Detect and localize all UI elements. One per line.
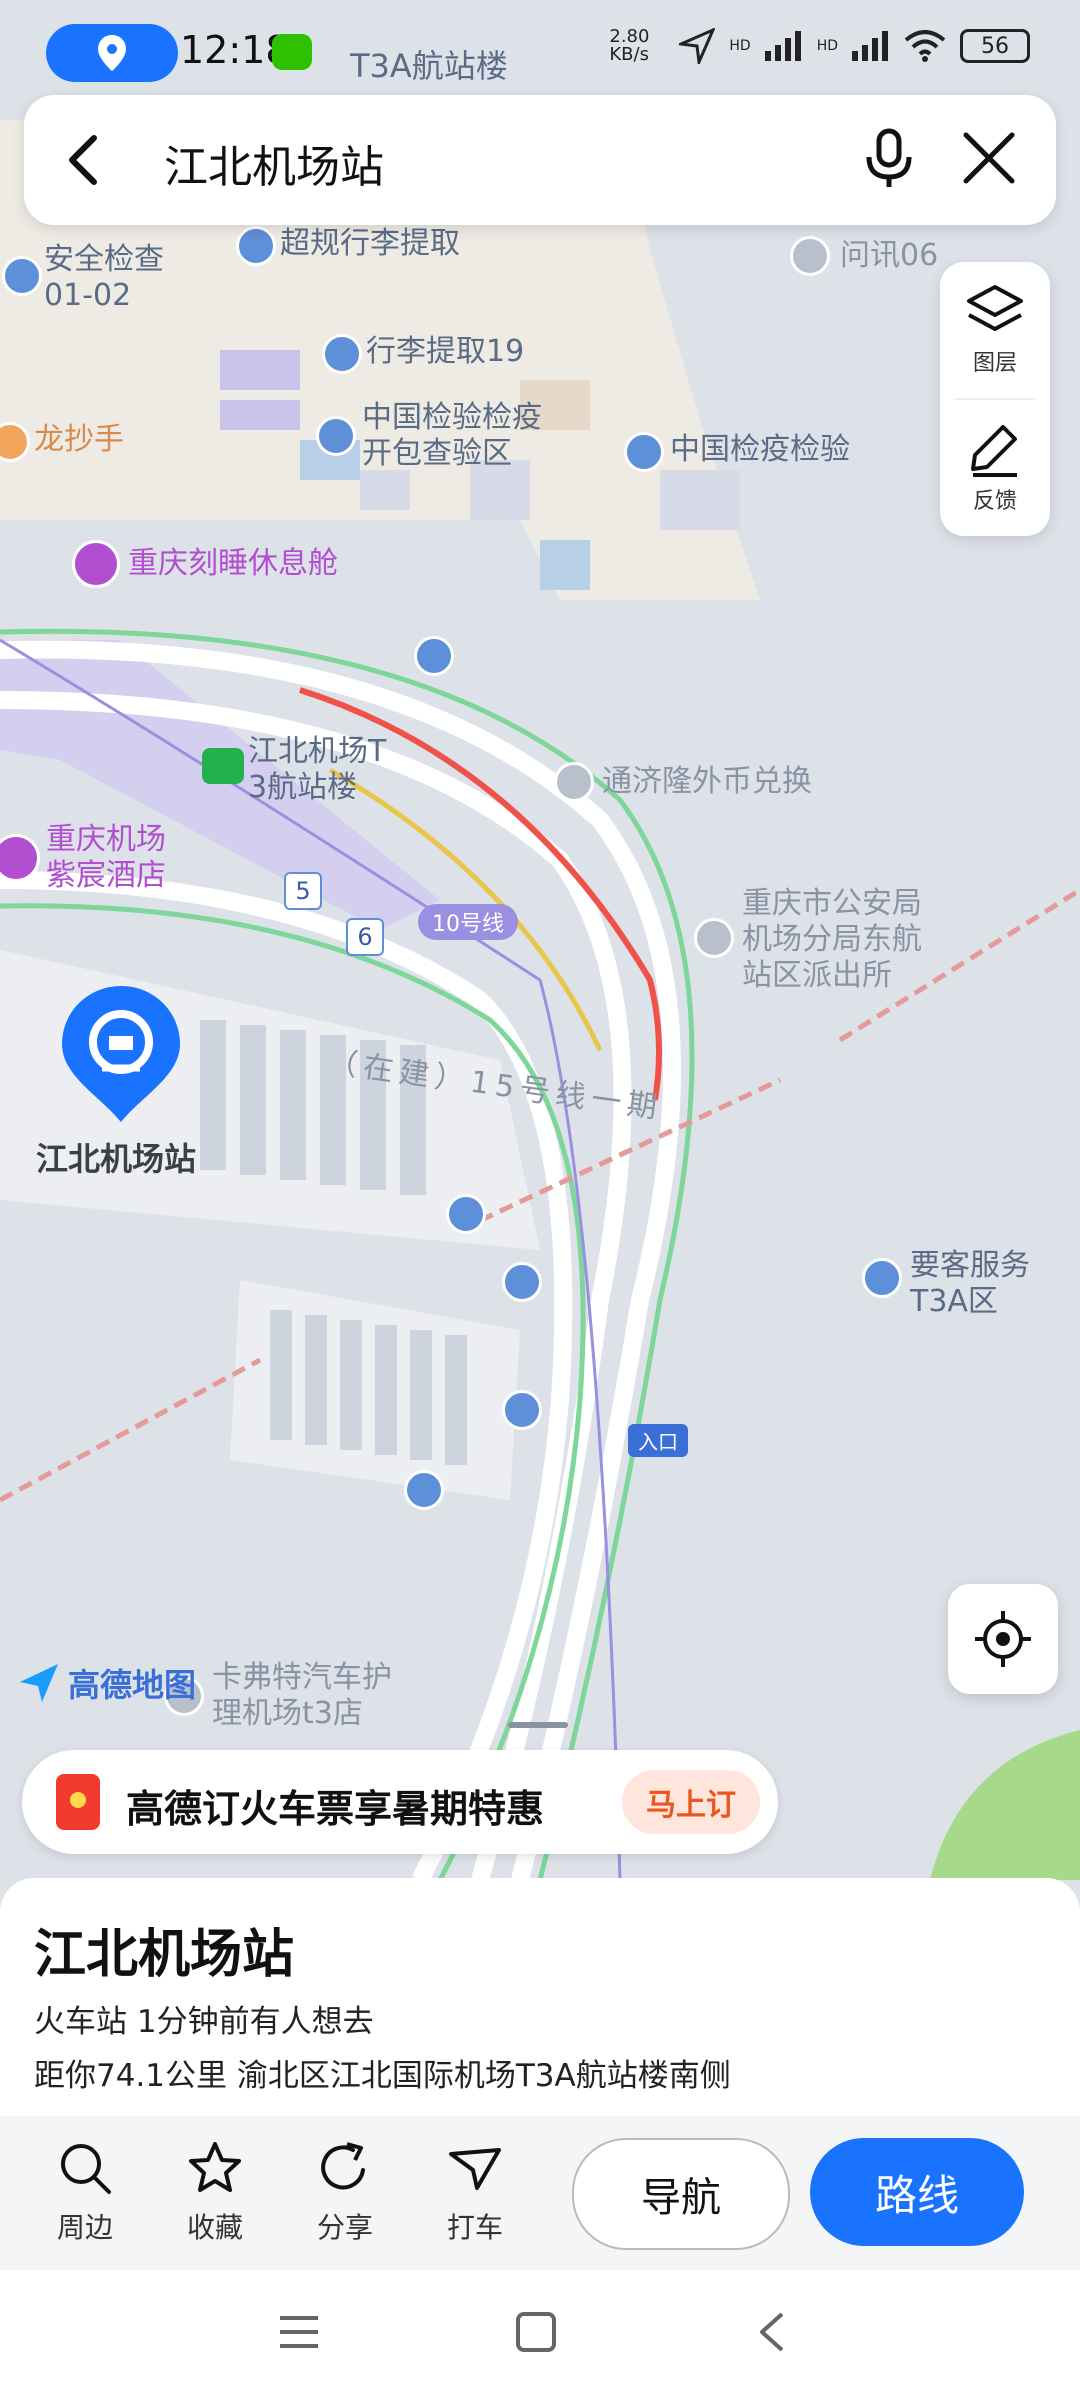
nearby-label: 周边 [56,2211,113,2244]
map-label-vip[interactable]: 要客服务 T3A区 [910,1248,1030,1320]
system-back-icon[interactable] [754,2310,790,2354]
parking-pin-icon-1[interactable] [414,636,454,676]
feedback-label: 反馈 [972,489,1017,514]
layers-icon [967,285,1023,331]
quarantine-open-pin-icon[interactable] [316,416,356,456]
share-icon [321,2142,365,2190]
map-label-police[interactable]: 重庆市公安局 机场分局东航 站区派出所 [742,886,922,994]
status-icons: 2.80 KB/s HD HD 56 [609,28,1030,64]
place-detail-sheet: 江北机场站 火车站 1分钟前有人想去 距你74.1公里 渝北区江北国际机场T3A… [0,1878,1080,2270]
baggage-pin-icon[interactable] [236,226,276,266]
security-pin-icon[interactable] [2,256,42,296]
back-arrow-icon [69,135,97,185]
place-title: 江北机场站 [34,1925,295,1985]
parking-pin-icon-2[interactable] [446,1194,486,1234]
signal-icon-1 [764,31,801,61]
station-marker[interactable] [60,984,182,1124]
parking-pin-icon-4[interactable] [502,1390,542,1430]
gps-arrow-icon [679,28,716,64]
hd-label-1: HD [729,38,751,54]
gate-badge-6[interactable]: 6 [346,918,384,956]
taxi-button[interactable]: 打车 [420,2140,530,2246]
layers-label: 图层 [972,351,1017,376]
map-label-inquiry[interactable]: 问讯06 [840,238,938,274]
feedback-button[interactable]: 反馈 [940,400,1050,536]
wechat-notification-icon [272,34,312,70]
route-button[interactable]: 路线 [810,2138,1024,2246]
map-label-quarantine[interactable]: 中国检疫检验 [670,432,850,468]
net-speed: 2.80 KB/s [609,26,650,65]
locate-me-button[interactable] [948,1584,1058,1694]
crosshair-icon [975,1611,1031,1667]
layers-button[interactable]: 图层 [940,262,1050,398]
map-label-capsule[interactable]: 重庆刻睡休息舱 [128,546,338,582]
location-pin-icon [98,35,126,71]
amap-arrow-icon [20,1664,58,1702]
promo-banner[interactable]: 高德订火车票享暑期特惠 马上订 [22,1750,778,1854]
search-bar: 江北机场站 [24,95,1056,225]
feedback-pen-icon [971,425,1017,477]
favorite-label: 收藏 [186,2211,243,2244]
amap-logo-text: 高德地图 [68,1666,197,1704]
map-label-exchange[interactable]: 通济隆外币兑换 [602,764,812,800]
map-tool-panel: 图层 反馈 [940,262,1050,536]
map-label-station-name[interactable]: 江北机场站 [36,1134,196,1180]
taxi-flag-icon [449,2148,501,2190]
metro-line-10-badge[interactable]: 10号线 [418,904,518,940]
sheet-drag-handle[interactable] [508,1722,568,1728]
wifi-icon [904,30,946,62]
location-indicator[interactable] [46,24,178,82]
back-button[interactable] [54,130,114,190]
map-label-carwash[interactable]: 卡弗特汽车护 理机场t3店 [212,1660,392,1732]
capsule-pin-icon[interactable] [72,540,120,588]
home-icon[interactable] [514,2310,558,2354]
microphone-icon [866,128,912,187]
status-bar: 12:18 2.80 KB/s HD HD 56 [0,0,1080,110]
search-input[interactable]: 江北机场站 [164,131,384,195]
place-category-line: 火车站 1分钟前有人想去 [34,2004,374,2040]
taxi-label: 打车 [446,2211,503,2244]
hd-label-2: HD [816,38,838,54]
entrance-badge[interactable]: 入口 [628,1424,688,1457]
exchange-pin-icon[interactable] [554,762,594,802]
navigate-button[interactable]: 导航 [572,2138,790,2250]
police-pin-icon[interactable] [694,918,734,958]
baggage19-pin-icon[interactable] [322,334,362,374]
share-button[interactable]: 分享 [290,2140,400,2246]
info-pin-icon[interactable] [790,236,830,276]
map-label-oversize[interactable]: 超规行李提取 [280,226,460,262]
train-station-pin-icon [62,986,180,1122]
map-label-quarantine-open[interactable]: 中国检验检疫 开包查验区 [362,400,542,472]
close-icon [963,132,1015,184]
star-icon [189,2142,241,2192]
amap-logo: 高德地图 [18,1660,196,1706]
promo-book-button[interactable]: 马上订 [622,1770,760,1834]
battery-indicator: 56 [960,29,1030,63]
vip-pin-icon[interactable] [862,1258,902,1298]
search-icon [61,2144,111,2194]
place-address-line: 距你74.1公里 渝北区江北国际机场T3A航站楼南侧 [34,2058,731,2094]
map-label-baggage19[interactable]: 行李提取19 [366,334,524,370]
map-label-security[interactable]: 安全检查 01-02 [44,242,164,314]
promo-text: 高德订火车票享暑期特惠 [126,1787,545,1831]
clear-search-button[interactable] [954,123,1024,193]
parking-pin-icon-5[interactable] [404,1470,444,1510]
map-label-hotel[interactable]: 重庆机场 紫宸酒店 [46,822,166,894]
red-envelope-icon [56,1774,100,1830]
quarantine-pin-icon[interactable] [624,432,664,472]
voice-search-button[interactable] [854,123,924,193]
menu-icon[interactable] [276,2312,322,2352]
gate-badge-5[interactable]: 5 [284,872,322,910]
favorite-button[interactable]: 收藏 [160,2140,270,2246]
share-label: 分享 [316,2211,373,2244]
metro-station-icon[interactable] [202,748,244,784]
signal-icon-2 [852,31,888,61]
map-label-t3-station[interactable]: 江北机场T 3航站楼 [248,734,386,806]
action-bar: 周边 收藏 分享 打车 导航 路线 [0,2116,1080,2270]
parking-pin-icon-3[interactable] [502,1262,542,1302]
map-label-longchaoshou[interactable]: 龙抄手 [34,422,124,458]
nearby-button[interactable]: 周边 [30,2140,140,2246]
system-navigation-bar [0,2270,1080,2400]
